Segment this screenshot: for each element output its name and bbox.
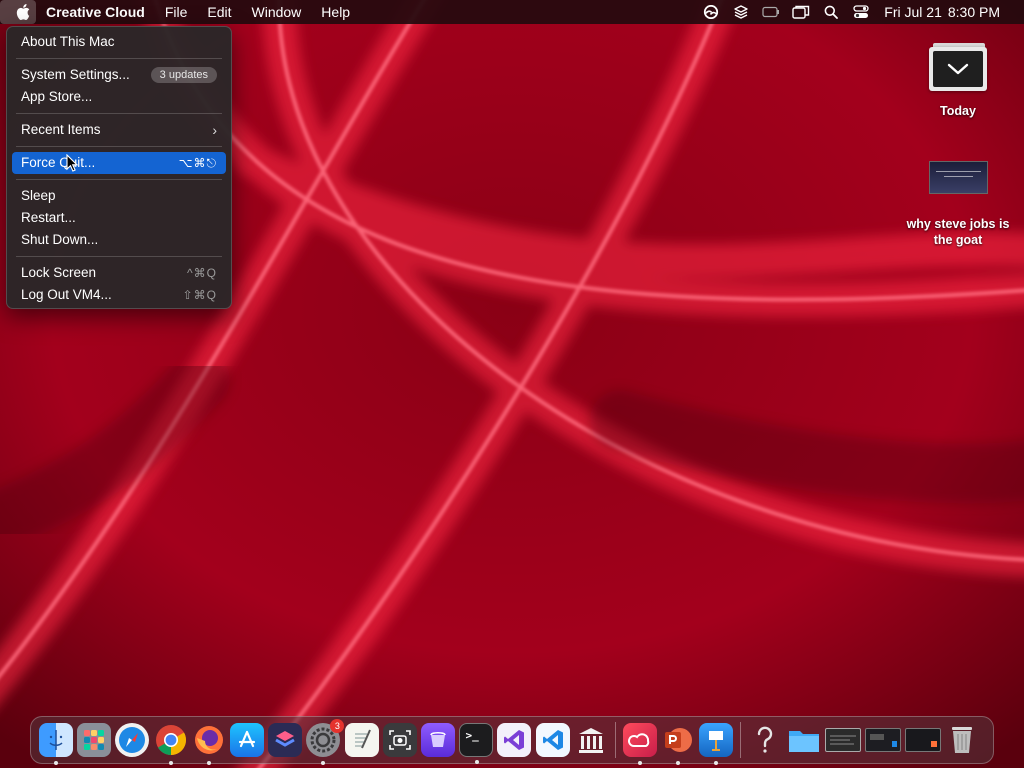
menu-separator: [16, 58, 222, 59]
document-thumbnail-icon[interactable]: [929, 161, 988, 194]
menu-bar: Creative Cloud File Edit Window Help Fri…: [0, 0, 1024, 24]
apple-menu-dropdown: About This Mac System Settings... 3 updat…: [6, 26, 232, 309]
clock-time: 8:30 PM: [947, 4, 1000, 20]
menu-edit[interactable]: Edit: [197, 0, 241, 24]
creative-cloud-status-icon[interactable]: [696, 0, 726, 24]
menu-app-name[interactable]: Creative Cloud: [36, 0, 155, 24]
running-indicator: [637, 761, 642, 765]
safari-icon[interactable]: [115, 723, 150, 757]
status-area: Fri Jul 21 8:30 PM: [696, 0, 1024, 24]
archive-icon[interactable]: [574, 723, 608, 757]
apple-menu-button[interactable]: [0, 0, 36, 24]
menu-item-label: Log Out VM4...: [21, 287, 112, 302]
menu-item-force-quit[interactable]: Force Quit... ⌥⌘⎋: [12, 152, 226, 174]
firefox-icon[interactable]: [192, 723, 226, 765]
dock-divider: [614, 722, 616, 758]
menu-help[interactable]: Help: [311, 0, 360, 24]
menu-item-label: System Settings...: [21, 67, 130, 82]
screenshot-icon[interactable]: [382, 723, 417, 757]
dock: 3 >_: [30, 716, 994, 765]
menu-item-restart[interactable]: Restart...: [12, 207, 226, 229]
today-label[interactable]: Today: [898, 104, 1018, 118]
document-label-line: the goat: [933, 233, 983, 247]
battery-icon[interactable]: [756, 0, 786, 24]
menu-separator: [16, 179, 222, 180]
chevron-right-icon: ›: [212, 122, 217, 138]
menu-item-shut-down[interactable]: Shut Down...: [12, 229, 226, 251]
menu-item-label: Shut Down...: [21, 232, 99, 247]
menu-item-label: Recent Items: [21, 122, 101, 137]
creative-cloud-icon[interactable]: [622, 723, 657, 765]
automator-icon[interactable]: [420, 723, 455, 757]
shortcuts-icon[interactable]: [268, 723, 303, 757]
updates-badge: 3 updates: [150, 67, 217, 83]
chrome-icon[interactable]: [154, 723, 188, 765]
today-folder-icon[interactable]: [929, 43, 987, 91]
stack-front: [929, 47, 987, 91]
menu-item-about-this-mac[interactable]: About This Mac: [12, 31, 226, 53]
document-label-line: why steve jobs is: [906, 217, 1010, 231]
stack-screen: [933, 51, 983, 87]
trash-icon[interactable]: [945, 723, 979, 757]
settings-notification-badge: 3: [330, 719, 345, 733]
keynote-icon[interactable]: [699, 723, 734, 765]
textedit-icon[interactable]: [344, 723, 379, 757]
menu-separator: [16, 256, 222, 257]
menu-item-label: Restart...: [21, 210, 76, 225]
control-center-icon[interactable]: [846, 0, 876, 24]
layers-icon[interactable]: [726, 0, 756, 24]
menu-item-recent-items[interactable]: Recent Items ›: [12, 119, 226, 141]
menu-separator: [16, 146, 222, 147]
thumb-line: [944, 176, 973, 177]
apple-logo-icon: [16, 4, 30, 20]
powerpoint-icon[interactable]: [661, 723, 695, 765]
menu-item-system-settings[interactable]: System Settings... 3 updates: [12, 64, 226, 86]
running-indicator: [206, 761, 211, 765]
folder-icon[interactable]: [787, 723, 821, 757]
chevron-down-icon: [947, 63, 969, 75]
clock-date: Fri Jul 21: [884, 4, 942, 20]
visual-studio-icon[interactable]: [497, 723, 532, 757]
menu-item-sleep[interactable]: Sleep: [12, 185, 226, 207]
menu-item-app-store[interactable]: App Store...: [12, 86, 226, 108]
running-indicator: [475, 760, 480, 764]
dock-divider: [740, 722, 742, 758]
menu-item-lock-screen[interactable]: Lock Screen ^⌘Q: [12, 262, 226, 284]
menu-item-label: App Store...: [21, 89, 93, 104]
mouse-cursor-icon: [66, 154, 78, 172]
menu-item-label: Force Quit...: [21, 155, 96, 170]
menu-item-label: Sleep: [21, 188, 56, 203]
menu-file[interactable]: File: [155, 0, 198, 24]
menu-item-label: Lock Screen: [21, 265, 97, 280]
force-quit-shortcut: ⌥⌘⎋: [178, 156, 217, 170]
launchpad-icon[interactable]: [77, 723, 112, 757]
menu-window[interactable]: Window: [242, 0, 312, 24]
thumb-line: [936, 171, 981, 172]
menu-item-log-out[interactable]: Log Out VM4... ⇧⌘Q: [12, 284, 226, 306]
window-thumbnail-icon[interactable]: [865, 728, 902, 752]
window-thumbnail-icon[interactable]: [824, 728, 861, 752]
window-switch-icon[interactable]: [786, 0, 816, 24]
menu-item-label: About This Mac: [21, 34, 115, 49]
finder-icon[interactable]: [39, 723, 74, 765]
lock-screen-shortcut: ^⌘Q: [187, 266, 217, 280]
window-thumbnail-icon[interactable]: [905, 728, 942, 752]
terminal-icon[interactable]: >_: [459, 723, 494, 764]
menu-clock[interactable]: Fri Jul 21 8:30 PM: [876, 0, 1024, 24]
terminal-glyph: >_: [465, 728, 479, 742]
vscode-icon[interactable]: [535, 723, 570, 757]
system-settings-icon[interactable]: 3: [306, 719, 345, 765]
running-indicator: [168, 761, 173, 765]
app-store-icon[interactable]: [230, 723, 265, 757]
help-icon[interactable]: [748, 723, 782, 757]
log-out-shortcut: ⇧⌘Q: [182, 288, 217, 302]
menu-separator: [16, 113, 222, 114]
spotlight-search-icon[interactable]: [816, 0, 846, 24]
document-label[interactable]: why steve jobs is the goat: [898, 216, 1018, 248]
